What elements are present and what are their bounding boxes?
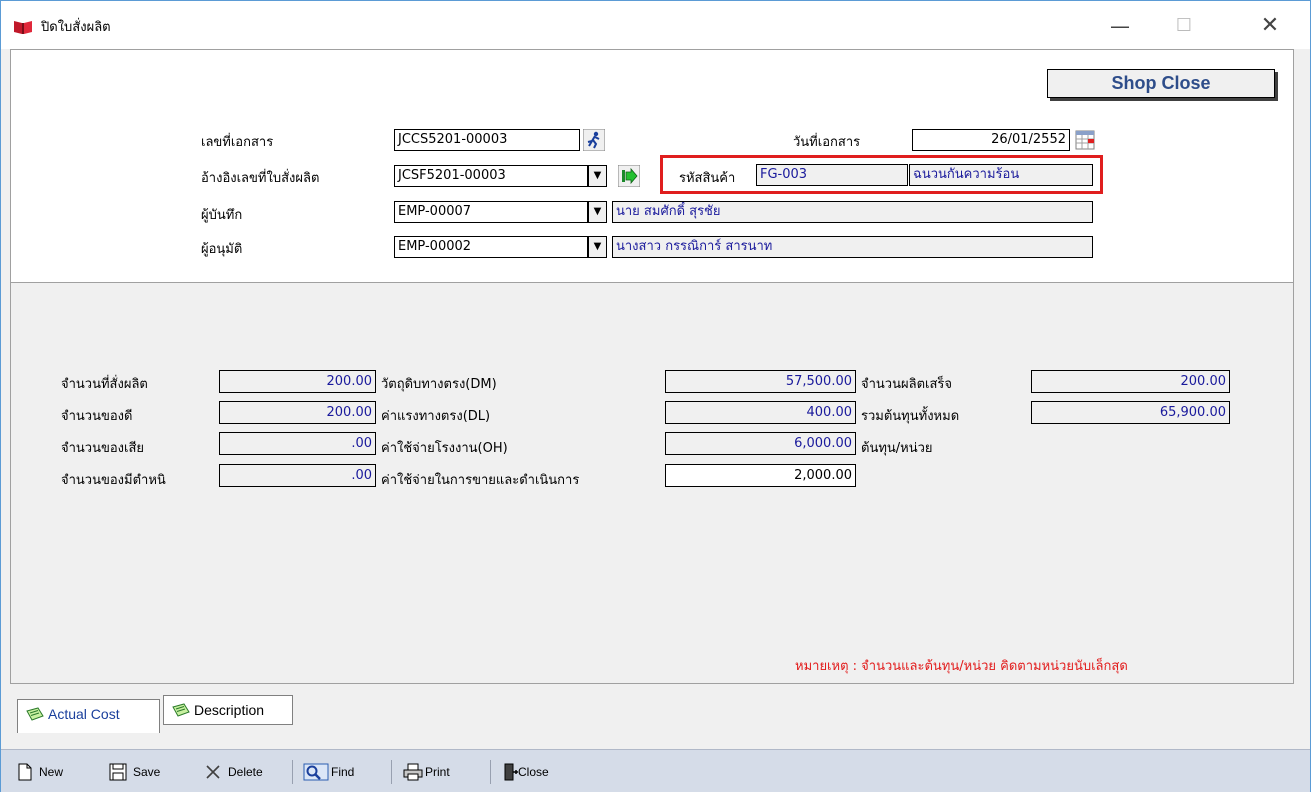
actual-cost-panel xyxy=(10,282,1294,684)
dm-field: 57,500.00 xyxy=(665,370,856,393)
dl-label: ค่าแรงทางตรง(DL) xyxy=(381,409,491,424)
window-title: ปิดใบสั่งผลิต xyxy=(41,20,111,35)
product-code-field: FG-003 xyxy=(756,164,908,186)
product-name-field: ฉนวนกันความร้อน xyxy=(909,164,1093,186)
toolbar-separator xyxy=(490,760,491,784)
unit-cost-label: ต้นทุน/หน่วย xyxy=(861,441,933,456)
save-button[interactable]: Save xyxy=(109,762,179,782)
sa-label: ค่าใช้จ่ายในการขายและดำเนินการ xyxy=(381,473,580,488)
toolbar-separator xyxy=(292,760,293,784)
recorder-name-field: นาย สมศักดิ์ สุรชัย xyxy=(612,201,1093,223)
dl-field: 400.00 xyxy=(665,401,856,424)
product-code-label: รหัสสินค้า xyxy=(679,171,736,186)
printer-icon xyxy=(403,763,423,781)
delete-x-icon xyxy=(206,765,220,779)
tab-description-label: Description xyxy=(194,702,265,718)
minimize-button[interactable]: — xyxy=(1097,9,1143,43)
doc-no-label: เลขที่เอกสาร xyxy=(201,135,274,150)
title-bar: ปิดใบสั่งผลิต — ☐ ✕ xyxy=(1,1,1310,49)
qty-good-label: จำนวนของดี xyxy=(61,409,133,424)
notebook-icon xyxy=(172,703,190,717)
print-button[interactable]: Print xyxy=(403,762,473,782)
running-man-icon[interactable] xyxy=(583,129,605,151)
approver-dropdown-button[interactable]: ▼ xyxy=(588,236,607,258)
dm-label: วัตถุดิบทางตรง(DM) xyxy=(381,377,497,392)
doc-date-label: วันที่เอกสาร xyxy=(793,135,861,150)
ref-no-combobox[interactable]: JCSF5201-00003 xyxy=(394,165,588,187)
exit-door-icon xyxy=(504,763,518,781)
approver-name-field: นางสาว กรรณิการ์ สารนาท xyxy=(612,236,1093,258)
find-magnifier-icon xyxy=(303,763,329,781)
book-icon xyxy=(14,21,32,34)
maximize-button[interactable]: ☐ xyxy=(1161,9,1207,43)
qty-defect-label: จำนวนของมีตำหนิ xyxy=(61,473,166,488)
oh-field: 6,000.00 xyxy=(665,432,856,455)
ref-no-label: อ้างอิงเลขที่ใบสั่งผลิต xyxy=(201,171,320,186)
qty-finished-label: จำนวนผลิตเสร็จ xyxy=(861,377,952,392)
qty-bad-field: .00 xyxy=(219,432,376,455)
total-cost-field: 65,900.00 xyxy=(1031,401,1230,424)
notebook-icon xyxy=(26,707,44,721)
qty-ordered-field: 200.00 xyxy=(219,370,376,393)
shop-close-window: ปิดใบสั่งผลิต — ☐ ✕ Shop Close เลขที่เอก… xyxy=(0,0,1311,792)
doc-date-field[interactable]: 26/01/2552 xyxy=(912,129,1070,151)
qty-bad-label: จำนวนของเสีย xyxy=(61,441,145,456)
close-window-button[interactable]: ✕ xyxy=(1247,9,1293,43)
calendar-icon[interactable] xyxy=(1074,129,1096,151)
go-arrow-icon[interactable] xyxy=(618,165,640,187)
bottom-toolbar: New Save Delete Find Print Close xyxy=(1,749,1310,792)
shop-close-banner: Shop Close xyxy=(1047,69,1275,98)
recorder-combobox[interactable]: EMP-00007 xyxy=(394,201,588,223)
total-cost-label: รวมต้นทุนทั้งหมด xyxy=(861,409,960,424)
toolbar-separator xyxy=(391,760,392,784)
recorder-label: ผู้บันทึก xyxy=(201,208,243,223)
oh-label: ค่าใช้จ่ายโรงงาน(OH) xyxy=(381,441,508,456)
recorder-dropdown-button[interactable]: ▼ xyxy=(588,201,607,223)
close-button[interactable]: Close xyxy=(503,762,575,782)
tab-actual-cost-label: Actual Cost xyxy=(48,706,120,722)
doc-no-field[interactable]: JCCS5201-00003 xyxy=(394,129,580,151)
new-document-icon xyxy=(18,763,32,781)
tab-description[interactable]: Description xyxy=(163,695,293,725)
qty-finished-field: 200.00 xyxy=(1031,370,1230,393)
tab-actual-cost[interactable]: Actual Cost xyxy=(17,699,160,733)
qty-good-field: 200.00 xyxy=(219,401,376,424)
approver-combobox[interactable]: EMP-00002 xyxy=(394,236,588,258)
qty-ordered-label: จำนวนที่สั่งผลิต xyxy=(61,377,148,392)
qty-defect-field: .00 xyxy=(219,464,376,487)
ref-no-dropdown-button[interactable]: ▼ xyxy=(588,165,607,187)
approver-label: ผู้อนุมัติ xyxy=(201,242,243,257)
delete-button[interactable]: Delete xyxy=(204,762,279,782)
sa-field[interactable]: 2,000.00 xyxy=(665,464,856,487)
find-button[interactable]: Find xyxy=(303,762,363,782)
remark-note: หมายเหตุ : จำนวนและต้นทุน/หน่วย คิดตามหน… xyxy=(795,659,1128,674)
new-button[interactable]: New xyxy=(17,762,77,782)
floppy-disk-icon xyxy=(109,763,127,781)
